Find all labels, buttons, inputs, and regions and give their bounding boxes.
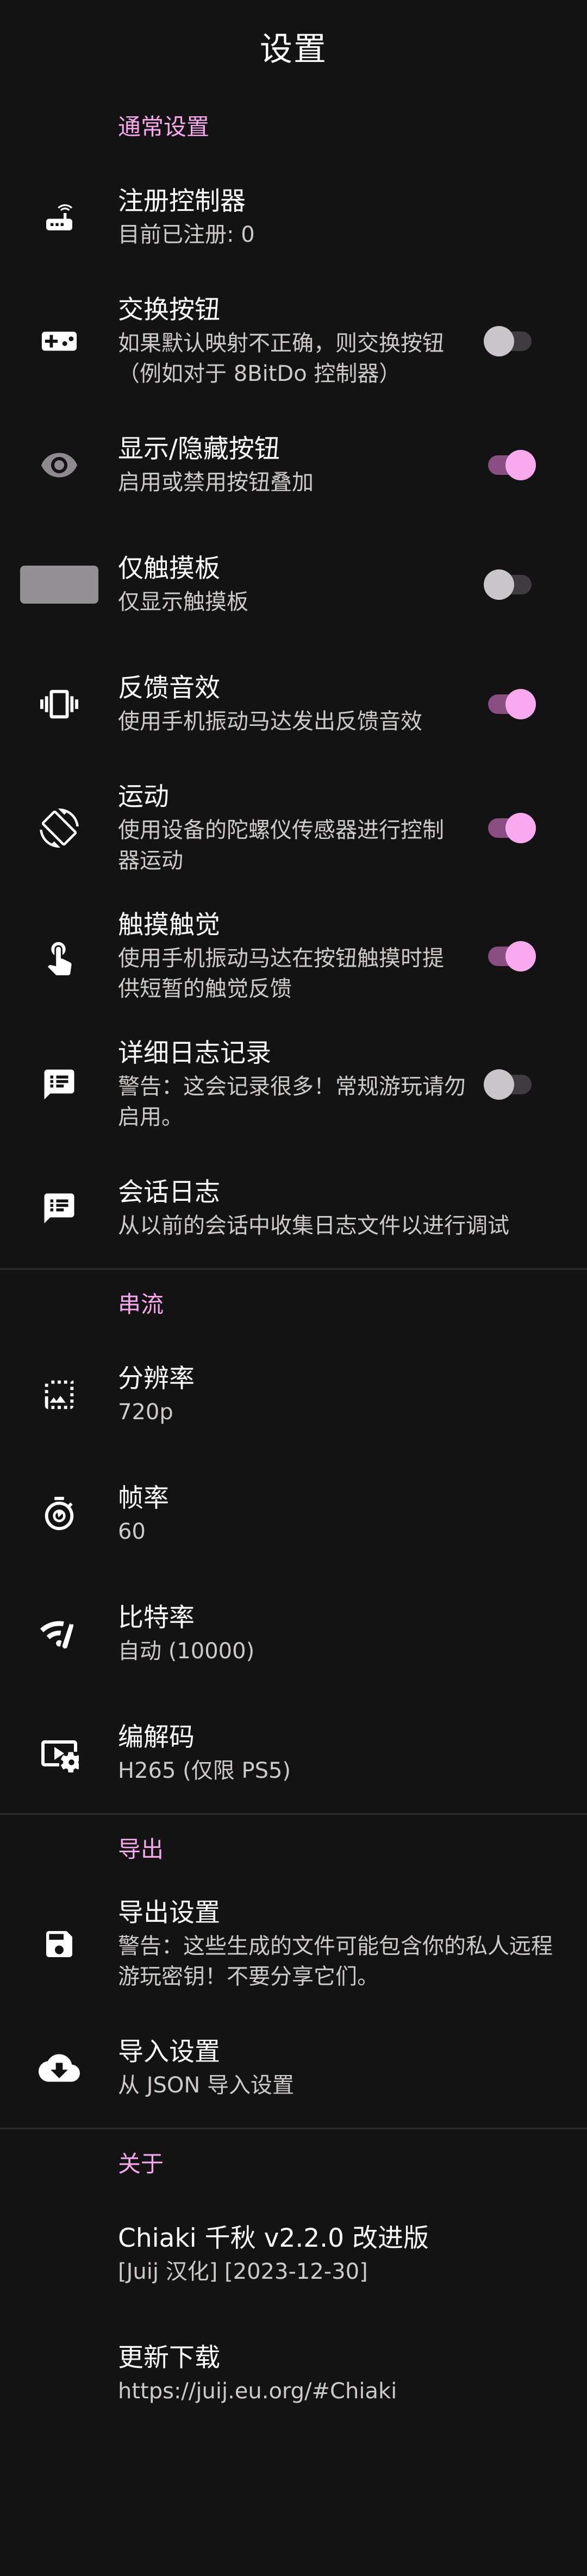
screen-rotation-icon (0, 808, 118, 848)
settings-item-codec[interactable]: 编解码 H265 (仅限 PS5) (0, 1694, 587, 1813)
settings-item-touch-haptics[interactable]: 触摸触觉 使用手机振动马达在按钮触摸时提供短暂的触觉反馈 (0, 892, 587, 1020)
item-summary: 警告：这会记录很多！常规游玩请勿启用。 (118, 1074, 466, 1130)
item-label: 导出设置 (118, 1898, 220, 1928)
item-label: 触摸触觉 (118, 910, 220, 940)
item-summary: 目前已注册: 0 (118, 222, 255, 247)
settings-item-show-hide-buttons[interactable]: 显示/隐藏按钮 启用或禁用按钮叠加 (0, 405, 587, 525)
router-icon (0, 200, 118, 235)
settings-item-bitrate[interactable]: 比特率 自动 (10000) (0, 1574, 587, 1694)
item-summary: 如果默认映射不正确，则交换按钮（例如对于 8BitDo 控制器） (118, 331, 444, 386)
section-title-streaming: 串流 (118, 1290, 164, 1318)
item-label: 详细日志记录 (118, 1038, 271, 1068)
touchpad-icon (0, 566, 118, 604)
item-label: 注册控制器 (118, 186, 246, 216)
top-app-bar: 设置 (0, 0, 587, 92)
item-label: 更新下载 (118, 2343, 220, 2373)
log-icon (0, 1190, 118, 1226)
settings-item-motion[interactable]: 运动 使用设备的陀螺仪传感器进行控制器运动 (0, 764, 587, 892)
settings-screen: 设置 通常设置 注册控制器 目前已注册: 0 交换按钮 如果默认映射不正确，则交… (0, 0, 587, 2576)
item-label: 编解码 (118, 1722, 195, 1752)
touch-haptics-switch[interactable] (484, 941, 536, 972)
item-summary: 使用手机振动马达发出反馈音效 (118, 709, 422, 734)
item-summary: 警告：这些生成的文件可能包含你的私人远程游玩密钥！不要分享它们。 (118, 1934, 553, 1989)
settings-item-framerate[interactable]: 帧率 60 (0, 1455, 587, 1574)
settings-item-session-log[interactable]: 会话日志 从以前的会话中收集日志文件以进行调试 (0, 1149, 587, 1268)
settings-item-resolution[interactable]: 分辨率 720p (0, 1335, 587, 1455)
feedback-sound-switch[interactable] (484, 689, 536, 719)
signal-icon (0, 1615, 118, 1653)
item-label: Chiaki 千秋 v2.2.0 改进版 (118, 2223, 429, 2253)
item-summary: 启用或禁用按钮叠加 (118, 470, 314, 495)
page-title: 设置 (260, 30, 327, 68)
show-hide-buttons-switch[interactable] (484, 450, 536, 480)
verbose-logging-switch[interactable] (484, 1069, 536, 1100)
settings-item-swap-buttons[interactable]: 交换按钮 如果默认映射不正确，则交换按钮（例如对于 8BitDo 控制器） (0, 277, 587, 405)
settings-item-verbose-logging[interactable]: 详细日志记录 警告：这会记录很多！常规游玩请勿启用。 (0, 1020, 587, 1149)
item-summary: 自动 (10000) (118, 1639, 255, 1664)
item-summary: 60 (118, 1519, 146, 1544)
settings-item-version[interactable]: Chiaki 千秋 v2.2.0 改进版 [Juij 汉化] [2023-12-… (0, 2195, 587, 2314)
item-summary: 使用手机振动马达在按钮触摸时提供短暂的触觉反馈 (118, 946, 444, 1001)
item-label: 反馈音效 (118, 673, 220, 703)
settings-item-export-settings[interactable]: 导出设置 警告：这些生成的文件可能包含你的私人远程游玩密钥！不要分享它们。 (0, 1880, 587, 2008)
item-summary: 仅显示触摸板 (118, 590, 248, 615)
item-label: 导入设置 (118, 2037, 220, 2067)
settings-item-touchpad-only[interactable]: 仅触摸板 仅显示触摸板 (0, 525, 587, 644)
item-summary: H265 (仅限 PS5) (118, 1758, 291, 1783)
item-label: 帧率 (118, 1483, 169, 1513)
resolution-icon (0, 1376, 118, 1414)
save-icon (0, 1927, 118, 1961)
motion-switch[interactable] (484, 813, 536, 843)
item-label: 显示/隐藏按钮 (118, 434, 280, 464)
touch-icon (0, 937, 118, 975)
section-title-general: 通常设置 (118, 113, 210, 140)
item-summary: 从 JSON 导入设置 (118, 2073, 295, 2098)
vibration-icon (0, 685, 118, 723)
item-label: 分辨率 (118, 1364, 195, 1394)
timer-icon (0, 1495, 118, 1533)
touchpad-only-switch[interactable] (484, 569, 536, 600)
item-label: 交换按钮 (118, 295, 220, 325)
item-label: 运动 (118, 782, 169, 812)
settings-item-import-settings[interactable]: 导入设置 从 JSON 导入设置 (0, 2008, 587, 2128)
update-link[interactable]: https://juij.eu.org/#Chiaki (118, 2376, 565, 2406)
item-summary: [Juij 汉化] [2023-12-30] (118, 2259, 368, 2284)
settings-item-register-controller[interactable]: 注册控制器 目前已注册: 0 (0, 158, 587, 277)
video-settings-icon (0, 1734, 118, 1773)
item-label: 会话日志 (118, 1177, 220, 1207)
swap-buttons-switch[interactable] (484, 326, 536, 356)
item-label: 比特率 (118, 1603, 195, 1633)
gamepad-icon (0, 322, 118, 360)
item-label: 仅触摸板 (118, 554, 220, 584)
section-title-about: 关于 (118, 2150, 164, 2177)
settings-item-update-download[interactable]: 更新下载 https://juij.eu.org/#Chiaki (0, 2314, 587, 2434)
item-summary: 从以前的会话中收集日志文件以进行调试 (118, 1213, 509, 1238)
item-summary: 使用设备的陀螺仪传感器进行控制器运动 (118, 818, 444, 873)
cloud-download-icon (0, 2047, 118, 2089)
eye-icon (0, 446, 118, 485)
section-title-export: 导出 (118, 1835, 164, 1863)
settings-item-feedback-sound[interactable]: 反馈音效 使用手机振动马达发出反馈音效 (0, 644, 587, 764)
item-summary: 720p (118, 1400, 173, 1425)
log-icon (0, 1067, 118, 1102)
